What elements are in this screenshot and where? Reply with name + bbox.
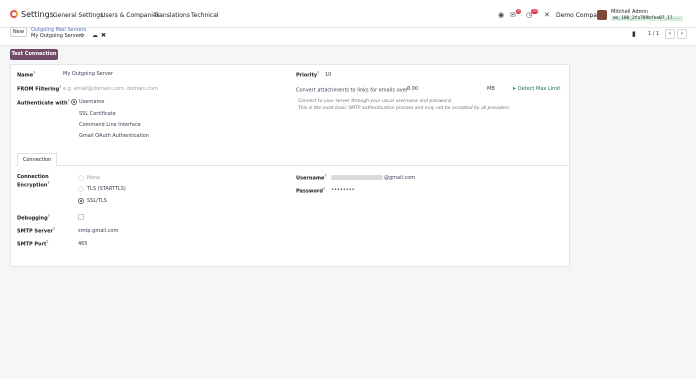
from-filtering-label: FROM Filtering? bbox=[17, 85, 62, 93]
convert-attachments-field[interactable]: 0.00 bbox=[407, 86, 418, 92]
auth-ssl-certificate-option[interactable]: SSL Certificate bbox=[79, 111, 116, 117]
encryption-tls-radio[interactable] bbox=[78, 186, 84, 192]
menu-technical[interactable]: Technical bbox=[191, 12, 219, 19]
save-cloud-icon[interactable]: ☁ bbox=[92, 32, 98, 39]
bug-icon[interactable]: ◉ bbox=[498, 11, 504, 19]
new-button[interactable]: New bbox=[10, 27, 27, 37]
pager-previous-button[interactable]: ‹ bbox=[665, 29, 675, 39]
detect-max-limit-button[interactable]: ➤ Detect Max Limit bbox=[512, 86, 560, 92]
auth-gmail-oauth-option[interactable]: Gmail OAuth Authentication bbox=[79, 133, 149, 139]
convert-attachments-label: Convert attachments to links for emails … bbox=[296, 86, 410, 94]
connection-encryption-label-line2: Encryption? bbox=[17, 181, 50, 189]
attachment-icon[interactable]: ▮ bbox=[632, 30, 636, 38]
username-redacted bbox=[331, 175, 383, 180]
from-filtering-input[interactable]: e.g. email@domain.com, domain.com bbox=[63, 86, 158, 92]
encryption-none-label[interactable]: None bbox=[87, 175, 100, 181]
menu-translations[interactable]: Translations bbox=[154, 12, 190, 19]
debugging-checkbox[interactable] bbox=[78, 214, 84, 220]
connection-encryption-label-line1: Connection bbox=[17, 174, 49, 180]
menu-users-companies[interactable]: Users & Companies bbox=[101, 12, 160, 19]
convert-unit: MB bbox=[487, 86, 495, 92]
chat-icon[interactable]: ✉ bbox=[510, 11, 516, 19]
discard-icon[interactable]: ✖ bbox=[101, 32, 106, 39]
username-label: Username? bbox=[296, 174, 327, 182]
pager-value[interactable]: 1 / 1 bbox=[648, 31, 659, 37]
authenticate-with-label: Authenticate with? bbox=[17, 99, 70, 107]
menu-general-settings[interactable]: General Settings bbox=[53, 12, 103, 19]
encryption-tls-label[interactable]: TLS (STARTTLS) bbox=[87, 186, 126, 192]
password-label: Password? bbox=[296, 187, 325, 195]
tab-divider bbox=[15, 165, 570, 166]
priority-label: Priority? bbox=[296, 71, 320, 79]
auth-note-line1: Connect to your server through your usua… bbox=[298, 99, 453, 104]
tools-icon[interactable]: ✕ bbox=[544, 11, 550, 19]
app-title[interactable]: Settings bbox=[21, 10, 54, 19]
name-field[interactable]: My Outgoing Server bbox=[63, 71, 113, 77]
database-tag: mo_180_2fa789bfee07_17... bbox=[611, 16, 683, 21]
smtp-port-field[interactable]: 465 bbox=[78, 241, 88, 247]
auth-cli-option[interactable]: Command Line Interface bbox=[79, 122, 141, 128]
gear-icon[interactable]: ⚙ bbox=[80, 33, 84, 39]
tab-connection[interactable]: Connection bbox=[17, 153, 57, 166]
debugging-label: Debugging? bbox=[17, 214, 50, 222]
pager-next-button[interactable]: › bbox=[677, 29, 687, 39]
test-connection-button[interactable]: Test Connection bbox=[10, 49, 58, 60]
smtp-server-label: SMTP Server? bbox=[17, 227, 55, 235]
smtp-server-field[interactable]: smtp.gmail.com bbox=[78, 228, 118, 234]
encryption-ssl-radio[interactable] bbox=[78, 198, 84, 204]
encryption-none-radio[interactable] bbox=[78, 175, 84, 181]
encryption-ssl-label[interactable]: SSL/TLS bbox=[87, 198, 107, 204]
avatar[interactable] bbox=[597, 10, 607, 20]
user-name[interactable]: Mitchell Admin bbox=[611, 9, 648, 15]
password-field[interactable]: •••••••• bbox=[331, 187, 355, 193]
smtp-port-label: SMTP Port? bbox=[17, 240, 49, 248]
odoo-logo-icon[interactable] bbox=[10, 10, 18, 18]
auth-username-label[interactable]: Username bbox=[79, 99, 105, 105]
priority-field[interactable]: 10 bbox=[325, 72, 331, 78]
auth-username-radio[interactable] bbox=[71, 99, 77, 105]
username-field[interactable]: @gmail.com bbox=[384, 175, 415, 181]
auth-note-line2: This is the most basic SMTP authenticati… bbox=[298, 106, 511, 111]
record-name: My Outgoing Server bbox=[31, 33, 81, 39]
name-label: Name? bbox=[17, 71, 36, 79]
